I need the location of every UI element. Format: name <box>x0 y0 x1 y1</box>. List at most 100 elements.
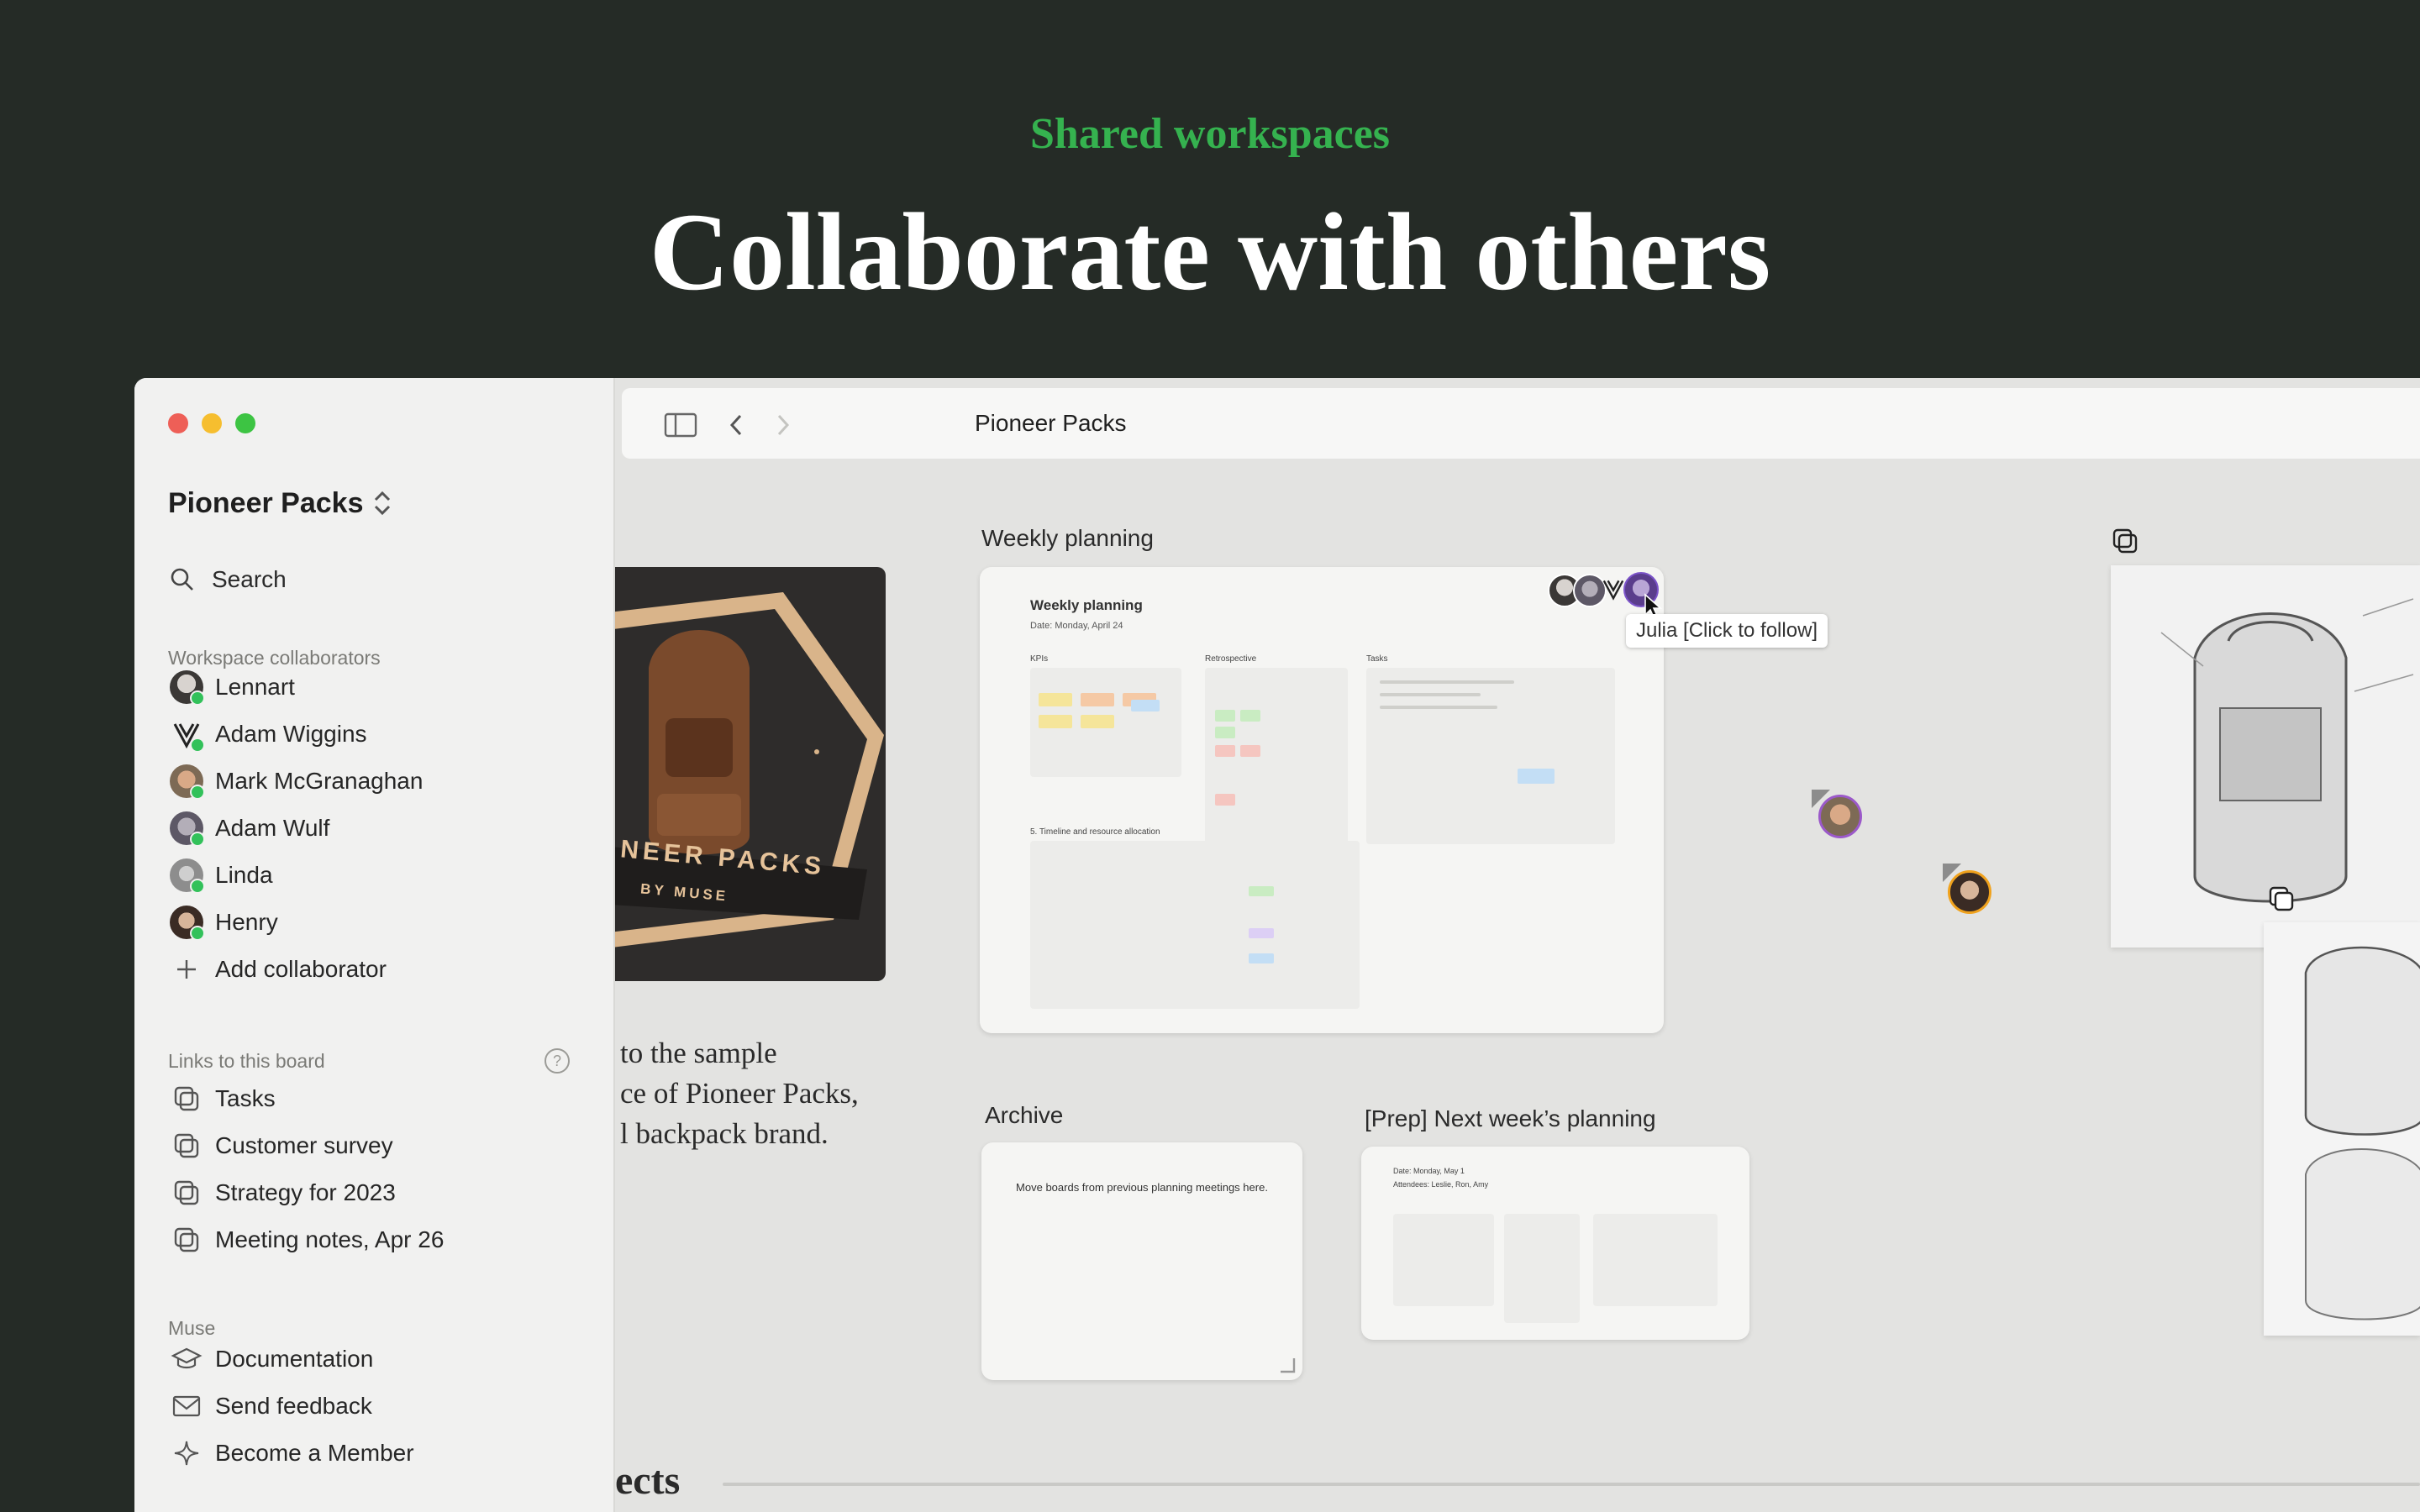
search-button[interactable]: Search <box>168 563 287 596</box>
section-label: Tasks <box>1366 654 1388 664</box>
become-member-link[interactable]: Become a Member <box>168 1435 414 1472</box>
intro-text: to the sample ce of Pioneer Packs, l bac… <box>620 1033 859 1154</box>
avatar <box>170 906 205 941</box>
backpack-sketch-card[interactable] <box>2111 565 2420 948</box>
archive-note: Move boards from previous planning meeti… <box>1016 1181 1268 1194</box>
board-link-icon <box>174 1086 199 1111</box>
sticky-note <box>1081 693 1114 706</box>
hero-eyebrow: Shared workspaces <box>1029 110 1391 158</box>
add-collaborator-button[interactable]: Add collaborator <box>168 951 387 988</box>
sticky-note <box>1249 886 1274 896</box>
sticky-note <box>1215 745 1235 757</box>
intro-line: ce of Pioneer Packs, <box>620 1077 859 1110</box>
link-label: Strategy for 2023 <box>215 1179 396 1205</box>
section-divider <box>723 1483 2420 1486</box>
forward-chevron-icon[interactable] <box>773 412 793 438</box>
sidebar: Pioneer Packs Search Workspace collabora… <box>134 378 615 1512</box>
sticky-note <box>1131 700 1160 711</box>
collaborator-name: Mark McGranaghan <box>215 768 424 794</box>
sticky-note <box>1081 715 1114 728</box>
avatar <box>170 764 205 800</box>
sticky-note <box>1215 727 1235 738</box>
timeline-section <box>1030 841 1360 1009</box>
board-link-icon <box>174 1227 199 1252</box>
sticky-note <box>1215 794 1235 806</box>
collaborator-lennart[interactable]: Lennart <box>168 669 295 706</box>
send-feedback-link[interactable]: Send feedback <box>168 1388 372 1425</box>
prep-attendees: Attendees: Leslie, Ron, Amy <box>1393 1180 1489 1189</box>
links-section-label: Links to this board <box>168 1050 325 1072</box>
resize-handle-icon[interactable] <box>1277 1355 1296 1373</box>
window-minimize-button[interactable] <box>202 413 222 433</box>
card-date: Date: Monday, April 24 <box>1030 621 1123 631</box>
floating-avatar[interactable] <box>1948 870 1991 914</box>
backpack-sketch-image <box>2304 946 2420 1320</box>
link-tasks[interactable]: Tasks <box>168 1080 276 1117</box>
prep-card[interactable]: Date: Monday, May 1 Attendees: Leslie, R… <box>1361 1147 1749 1340</box>
muse-section-label: Muse <box>168 1317 216 1339</box>
collaborator-name: Linda <box>215 862 273 888</box>
backpack-sketch-image <box>2160 598 2414 903</box>
backpack-logo-image <box>615 592 884 948</box>
avatar <box>170 811 205 847</box>
archive-card[interactable]: Move boards from previous planning meeti… <box>981 1142 1302 1380</box>
envelope-icon <box>172 1395 201 1417</box>
avatar <box>170 670 205 706</box>
link-meeting-notes[interactable]: Meeting notes, Apr 26 <box>168 1221 444 1258</box>
collaborators-section-label: Workspace collaborators <box>168 647 381 669</box>
link-customer-survey[interactable]: Customer survey <box>168 1127 393 1164</box>
floating-avatar[interactable] <box>1818 795 1862 838</box>
intro-line: to the sample <box>620 1037 777 1069</box>
backpack-sketch-card-2[interactable] <box>2264 922 2420 1336</box>
follow-tooltip[interactable]: Julia [Click to follow] <box>1626 614 1828 648</box>
muse-item-label: Send feedback <box>215 1393 372 1419</box>
collaborator-name: Lennart <box>215 674 295 700</box>
board-link-icon[interactable] <box>2267 885 2296 913</box>
online-status-dot <box>190 879 205 894</box>
board-link-icon <box>174 1133 199 1158</box>
collaborator-mark-mcgranaghan[interactable]: Mark McGranaghan <box>168 763 423 800</box>
card-title: Weekly planning <box>1030 597 1143 613</box>
sticky-note <box>1240 710 1260 722</box>
board-link-icon[interactable] <box>2111 527 2139 555</box>
link-strategy-2023[interactable]: Strategy for 2023 <box>168 1174 396 1211</box>
collaborator-adam-wulf[interactable]: Adam Wulf <box>168 810 329 847</box>
board-link-icon <box>174 1180 199 1205</box>
online-status-dot <box>190 926 205 941</box>
sticky-note <box>1518 769 1555 784</box>
sidebar-toggle-icon[interactable] <box>664 412 697 438</box>
online-status-dot <box>190 690 205 706</box>
plus-icon <box>177 960 196 979</box>
collaborator-name: Henry <box>215 909 278 935</box>
online-status-dot <box>190 785 205 800</box>
window-zoom-button[interactable] <box>235 413 255 433</box>
link-label: Customer survey <box>215 1132 393 1158</box>
chevron-up-down-icon[interactable] <box>370 489 395 517</box>
collaborator-adam-wiggins[interactable]: Adam Wiggins <box>168 716 367 753</box>
kpi-section <box>1393 1214 1494 1306</box>
online-status-dot <box>190 738 205 753</box>
prep-date: Date: Monday, May 1 <box>1393 1167 1465 1175</box>
sticky-note <box>1215 710 1235 722</box>
search-icon <box>171 568 193 591</box>
weekly-planning-label[interactable]: Weekly planning <box>981 525 1154 552</box>
weekly-planning-card[interactable]: Weekly planning Date: Monday, April 24 K… <box>980 567 1664 1033</box>
help-icon[interactable]: ? <box>544 1048 570 1074</box>
collaborator-linda[interactable]: Linda <box>168 857 273 894</box>
window-close-button[interactable] <box>168 413 188 433</box>
muse-item-label: Become a Member <box>215 1440 414 1466</box>
muse-item-label: Documentation <box>215 1346 374 1372</box>
sticky-note <box>1039 715 1072 728</box>
back-chevron-icon[interactable] <box>726 412 746 438</box>
hero-title: Collaborate with others <box>649 190 1771 313</box>
link-label: Tasks <box>215 1085 276 1111</box>
archive-label[interactable]: Archive <box>985 1102 1063 1129</box>
documentation-link[interactable]: Documentation <box>168 1341 373 1378</box>
workspace-name[interactable]: Pioneer Packs <box>168 487 363 520</box>
prep-label[interactable]: [Prep] Next week’s planning <box>1365 1105 1656 1132</box>
section-label: KPIs <box>1030 654 1049 664</box>
collaborator-name: Adam Wiggins <box>215 721 367 747</box>
collaborator-henry[interactable]: Henry <box>168 904 278 941</box>
text-line <box>1380 706 1497 709</box>
logo-card[interactable]: NEER PACKS BY MUSE <box>615 567 886 981</box>
